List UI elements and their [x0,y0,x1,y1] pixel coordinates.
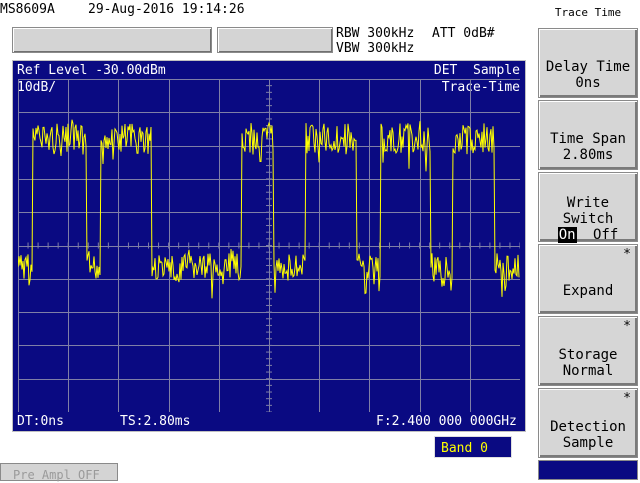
time-span-label: Time Span [550,131,626,147]
datetime-label: 29-Aug-2016 19:14:26 [88,2,245,17]
star-marker: * [623,247,631,262]
storage-softkey[interactable]: * Storage Normal [538,316,638,386]
detection-value: Sample [562,435,614,451]
write-on-option: On [557,227,577,243]
write-label: Write [566,195,610,211]
switch-label: Switch [562,211,614,227]
status-box-1 [12,27,212,53]
vbw-label: VBW 300kHz [336,41,415,56]
write-switch-softkey[interactable]: Write Switch On Off [538,172,638,243]
detection-label: Detection [550,419,626,435]
time-span-readout: TS:2.80ms [120,414,191,429]
star-marker: * [623,319,631,334]
storage-value: Normal [562,363,614,379]
att-label: ATT 0dB# [432,26,495,41]
status-box-2 [217,27,333,53]
band-label: Band 0 [441,441,488,456]
softkey-indicator-bar [538,460,638,480]
delay-time-value: 0ns [575,75,601,91]
trace-display: Ref Level -30.00dBm DET Sample 10dB/ Tra… [12,60,526,432]
delay-time-readout: DT:0ns [17,414,64,429]
detection-softkey[interactable]: * Detection Sample [538,388,638,458]
time-span-softkey[interactable]: Time Span 2.80ms [538,100,638,170]
trace-plot [18,79,520,412]
rbw-label: RBW 300kHz [336,26,415,41]
expand-label: Expand [562,283,614,299]
time-span-value: 2.80ms [562,147,614,163]
ref-level-label: Ref Level -30.00dBm [17,63,166,78]
write-off-option: Off [593,227,619,243]
star-marker: * [623,391,631,406]
graticule [18,79,520,412]
expand-softkey[interactable]: * Expand [538,244,638,314]
model-label: MS8609A [0,2,55,17]
softkey-menu-title: Trace Time [554,6,622,19]
delay-time-softkey[interactable]: Delay Time 0ns [538,28,638,98]
frequency-readout: F:2.400 000 000GHz [376,414,517,429]
det-label: DET Sample [433,63,520,78]
storage-label: Storage [558,347,618,363]
pre-ampl-status: Pre Ampl OFF [0,463,118,482]
band-indicator: Band 0 [434,436,512,458]
delay-time-label: Delay Time [545,59,631,75]
softkey-panel: Trace Time Delay Time 0ns Time Span 2.80… [536,0,640,480]
